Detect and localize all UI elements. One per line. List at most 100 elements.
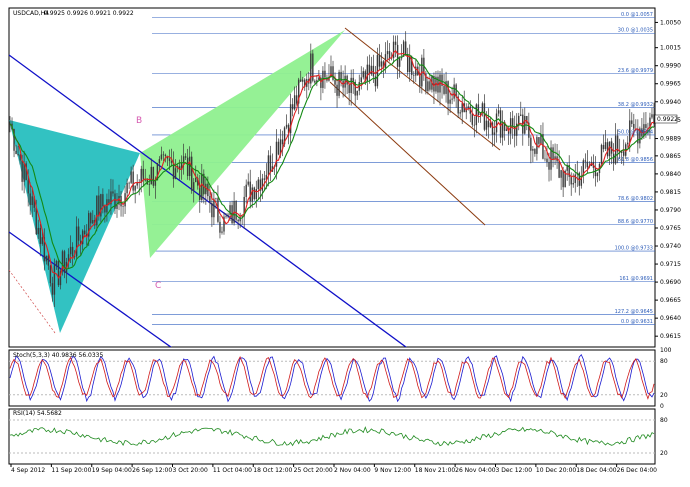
candle-body bbox=[459, 112, 461, 114]
candle-body bbox=[92, 220, 94, 224]
candle-body bbox=[17, 154, 19, 156]
rsi-panel bbox=[8, 408, 656, 465]
candle-body bbox=[552, 147, 554, 160]
candle-body bbox=[49, 265, 52, 284]
candle-body bbox=[35, 207, 37, 235]
candle-body bbox=[404, 41, 407, 54]
candle-body bbox=[257, 179, 260, 190]
candle-body bbox=[150, 166, 153, 185]
price-tick-label: 1.0050 bbox=[660, 19, 681, 26]
candle-body bbox=[281, 139, 284, 145]
candle-body bbox=[116, 204, 118, 209]
candle-body bbox=[572, 183, 574, 185]
candle-body bbox=[41, 237, 44, 244]
price-tick-label: 0.9965 bbox=[660, 81, 681, 88]
date-label: 3 Oct 20:00 bbox=[173, 467, 208, 474]
candle-body bbox=[77, 226, 80, 241]
fib-levels bbox=[152, 17, 655, 325]
candle-body bbox=[473, 124, 476, 126]
candle-body bbox=[586, 161, 589, 168]
candle-body bbox=[184, 156, 187, 158]
fib-label: 78.6 @0.9802 bbox=[618, 196, 653, 202]
candle-body bbox=[530, 137, 532, 151]
current-price-label: 0.9922 bbox=[657, 116, 678, 123]
rsi-axis-label: 20 bbox=[660, 450, 668, 457]
candle-body bbox=[370, 65, 373, 75]
candle-body bbox=[314, 80, 316, 83]
stoch-axis-label: 20 bbox=[660, 392, 668, 399]
candle-body bbox=[75, 226, 78, 257]
candle-body bbox=[558, 161, 560, 178]
candle-body bbox=[574, 174, 576, 184]
stoch-axis-label: 100 bbox=[660, 347, 672, 354]
fib-label: 0.0 @0.9631 bbox=[621, 319, 653, 325]
candle-body bbox=[645, 124, 647, 129]
candle-body bbox=[251, 187, 253, 202]
candle-body bbox=[245, 184, 247, 197]
candle-body bbox=[132, 171, 134, 191]
fib-labels: 0.0 @1.0057 30.0 @1.0035 23.6 @0.9979 38.2 … bbox=[615, 12, 653, 325]
candle-body bbox=[158, 159, 161, 164]
candle-body bbox=[336, 84, 338, 96]
candle-body bbox=[186, 157, 189, 176]
candle-body bbox=[499, 110, 502, 138]
candle-body bbox=[134, 185, 136, 191]
candle-body bbox=[332, 66, 334, 80]
date-label: 18 Dec 04:00 bbox=[576, 467, 617, 474]
candle-body bbox=[560, 170, 562, 178]
candle-body bbox=[300, 79, 302, 82]
candle-body bbox=[69, 246, 72, 255]
candle-body bbox=[338, 71, 340, 96]
candle-body bbox=[538, 137, 540, 144]
date-label: 26 Nov 04:00 bbox=[455, 467, 496, 474]
candle-body bbox=[261, 178, 264, 191]
candle-body bbox=[235, 200, 237, 220]
candle-body bbox=[55, 260, 58, 266]
candle-body bbox=[627, 142, 629, 145]
candle-body bbox=[518, 115, 520, 124]
candle-body bbox=[631, 120, 633, 124]
candle-body bbox=[102, 194, 104, 207]
candle-body bbox=[360, 77, 362, 83]
candle-body bbox=[211, 203, 213, 218]
date-label: 2 Nov 04:00 bbox=[334, 467, 371, 474]
fib-label: 38.2 @0.9932 bbox=[618, 102, 653, 108]
candle-body bbox=[15, 150, 17, 155]
candle-body bbox=[71, 246, 74, 257]
price-tick-label: 0.9740 bbox=[660, 243, 681, 250]
candle-body bbox=[471, 113, 474, 125]
price-tick-label: 0.9940 bbox=[660, 99, 681, 106]
candle-body bbox=[190, 156, 193, 191]
price-tick-label: 0.9765 bbox=[660, 225, 681, 232]
candle-body bbox=[237, 219, 239, 222]
price-tick-label: 0.9790 bbox=[660, 207, 681, 214]
candle-body bbox=[493, 132, 496, 135]
rsi-line bbox=[9, 419, 655, 454]
point-b-label: B bbox=[136, 116, 142, 126]
candle-body bbox=[302, 79, 304, 82]
candle-body bbox=[602, 144, 605, 150]
rsi-line-path bbox=[9, 426, 655, 447]
candle-body bbox=[170, 161, 173, 163]
price-tick-label: 0.9889 bbox=[660, 136, 681, 143]
price-tick-label: 0.9640 bbox=[660, 315, 681, 322]
candle-body bbox=[37, 227, 39, 235]
ohlc-readout: 0.9925 0.9926 0.9921 0.9922 bbox=[44, 10, 134, 17]
candle-body bbox=[215, 198, 217, 199]
candle-body bbox=[356, 90, 358, 96]
rsi-label: RSI(14) 54.5682 bbox=[13, 410, 62, 417]
fib-label: 30.0 @1.0035 bbox=[618, 28, 653, 34]
date-axis: 4 Sep 2012 11 Sep 20:00 19 Sep 04:00 26 Sep… bbox=[10, 464, 657, 474]
fib-label: 61.8 @0.9856 bbox=[618, 157, 653, 163]
candle-body bbox=[162, 154, 165, 156]
candle-body bbox=[209, 196, 211, 204]
candle-body bbox=[594, 167, 597, 177]
date-label: 11 Oct 04:00 bbox=[213, 467, 252, 474]
candle-body bbox=[449, 99, 451, 104]
chart-canvas: 0.0 @1.0057 30.0 @1.0035 23.6 @0.9979 38.2 … bbox=[8, 7, 681, 474]
price-tick-label: 0.9715 bbox=[660, 261, 681, 268]
chart-window: 0.0 @1.0057 30.0 @1.0035 23.6 @0.9979 38.2 … bbox=[0, 0, 690, 483]
date-label: 18 Oct 12:00 bbox=[253, 467, 292, 474]
candle-body bbox=[160, 154, 163, 160]
candle-body bbox=[249, 181, 251, 202]
